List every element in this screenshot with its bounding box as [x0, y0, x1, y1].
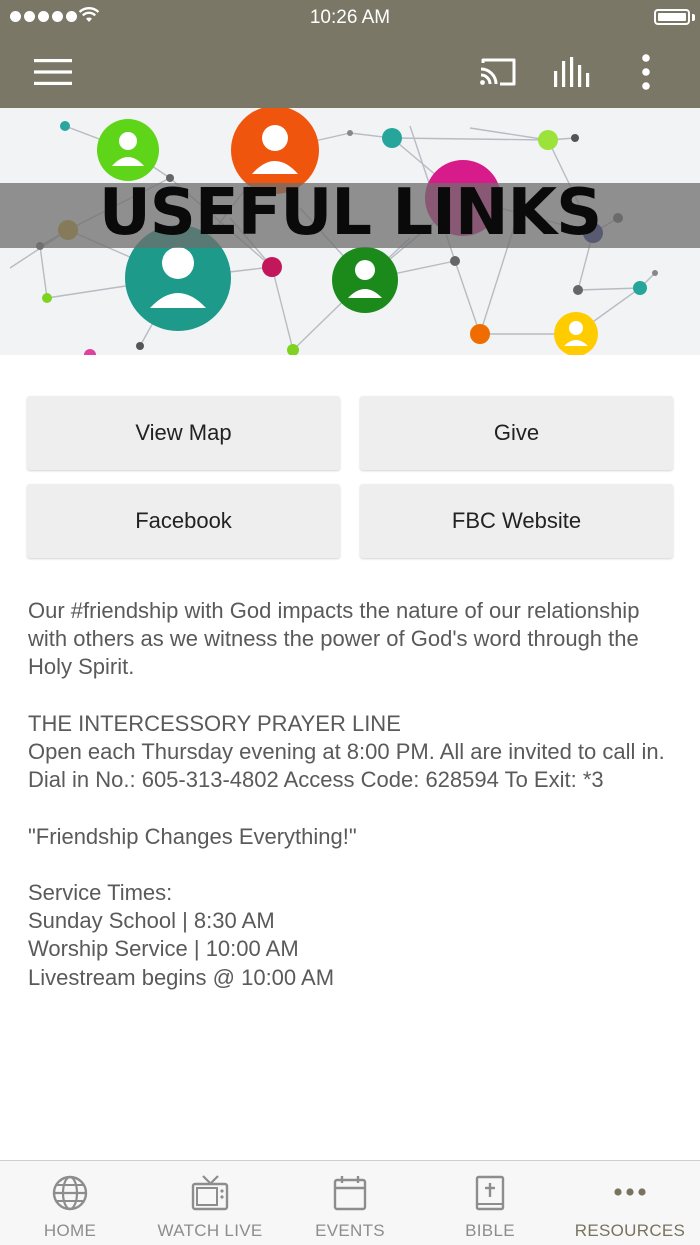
service-time-line: Worship Service | 10:00 AM — [28, 936, 299, 962]
app-bar — [0, 36, 700, 108]
status-time: 10:26 AM — [309, 7, 391, 28]
service-times-heading: Service Times: — [28, 879, 173, 905]
hamburger-icon — [34, 59, 72, 85]
quote-text: "Friendship Changes Everything!" — [28, 823, 357, 849]
tab-events[interactable]: EVENTS — [280, 1161, 420, 1245]
tab-watch-live[interactable]: WATCH LIVE — [140, 1161, 280, 1245]
battery-icon — [654, 9, 690, 25]
tab-label: BIBLE — [465, 1221, 515, 1240]
more-options-button[interactable] — [624, 50, 668, 94]
intro-paragraph: Our #friendship with God impacts the nat… — [28, 598, 640, 680]
audio-bars-icon — [554, 57, 590, 87]
more-vertical-icon — [642, 54, 650, 90]
tab-bible[interactable]: BIBLE — [420, 1161, 560, 1245]
bottom-tab-bar: HOME WATCH LIVE EVENTS BIBLE RESOURCES — [0, 1160, 700, 1245]
description-text: Our #friendship with God impacts the nat… — [28, 597, 673, 992]
tab-label: WATCH LIVE — [157, 1221, 263, 1240]
banner-title: USEFUL LINKS — [98, 176, 602, 250]
prayer-line-heading: THE INTERCESSORY PRAYER LINE — [28, 710, 401, 736]
fbc-website-button[interactable]: FBC Website — [360, 484, 673, 558]
service-time-line: Sunday School | 8:30 AM — [28, 908, 275, 934]
facebook-button[interactable]: Facebook — [27, 484, 340, 558]
tab-home[interactable]: HOME — [0, 1161, 140, 1245]
more-dots-icon — [614, 1188, 646, 1196]
calendar-icon — [333, 1176, 367, 1211]
prayer-line-text: Open each Thursday evening at 8:00 PM. A… — [28, 739, 665, 764]
tab-label: HOME — [43, 1221, 97, 1240]
tab-label: EVENTS — [315, 1221, 385, 1240]
status-bar: 10:26 AM — [0, 0, 700, 36]
view-map-button[interactable]: View Map — [27, 396, 340, 470]
tab-resources[interactable]: RESOURCES — [560, 1161, 700, 1245]
hamburger-menu-button[interactable] — [31, 50, 75, 94]
dial-in-text: Dial in No.: 605-313-4802 Access Code: 6… — [28, 767, 604, 793]
cast-button[interactable] — [476, 50, 520, 94]
useful-links-banner: USEFUL LINKS — [0, 108, 700, 355]
globe-icon — [52, 1175, 88, 1211]
service-time-line: Livestream begins @ 10:00 AM — [28, 964, 335, 990]
give-button[interactable]: Give — [360, 396, 673, 470]
audio-button[interactable] — [550, 50, 594, 94]
tab-label: RESOURCES — [574, 1221, 686, 1240]
cast-icon — [480, 58, 516, 86]
tv-icon — [191, 1175, 229, 1211]
bible-icon — [475, 1175, 505, 1211]
